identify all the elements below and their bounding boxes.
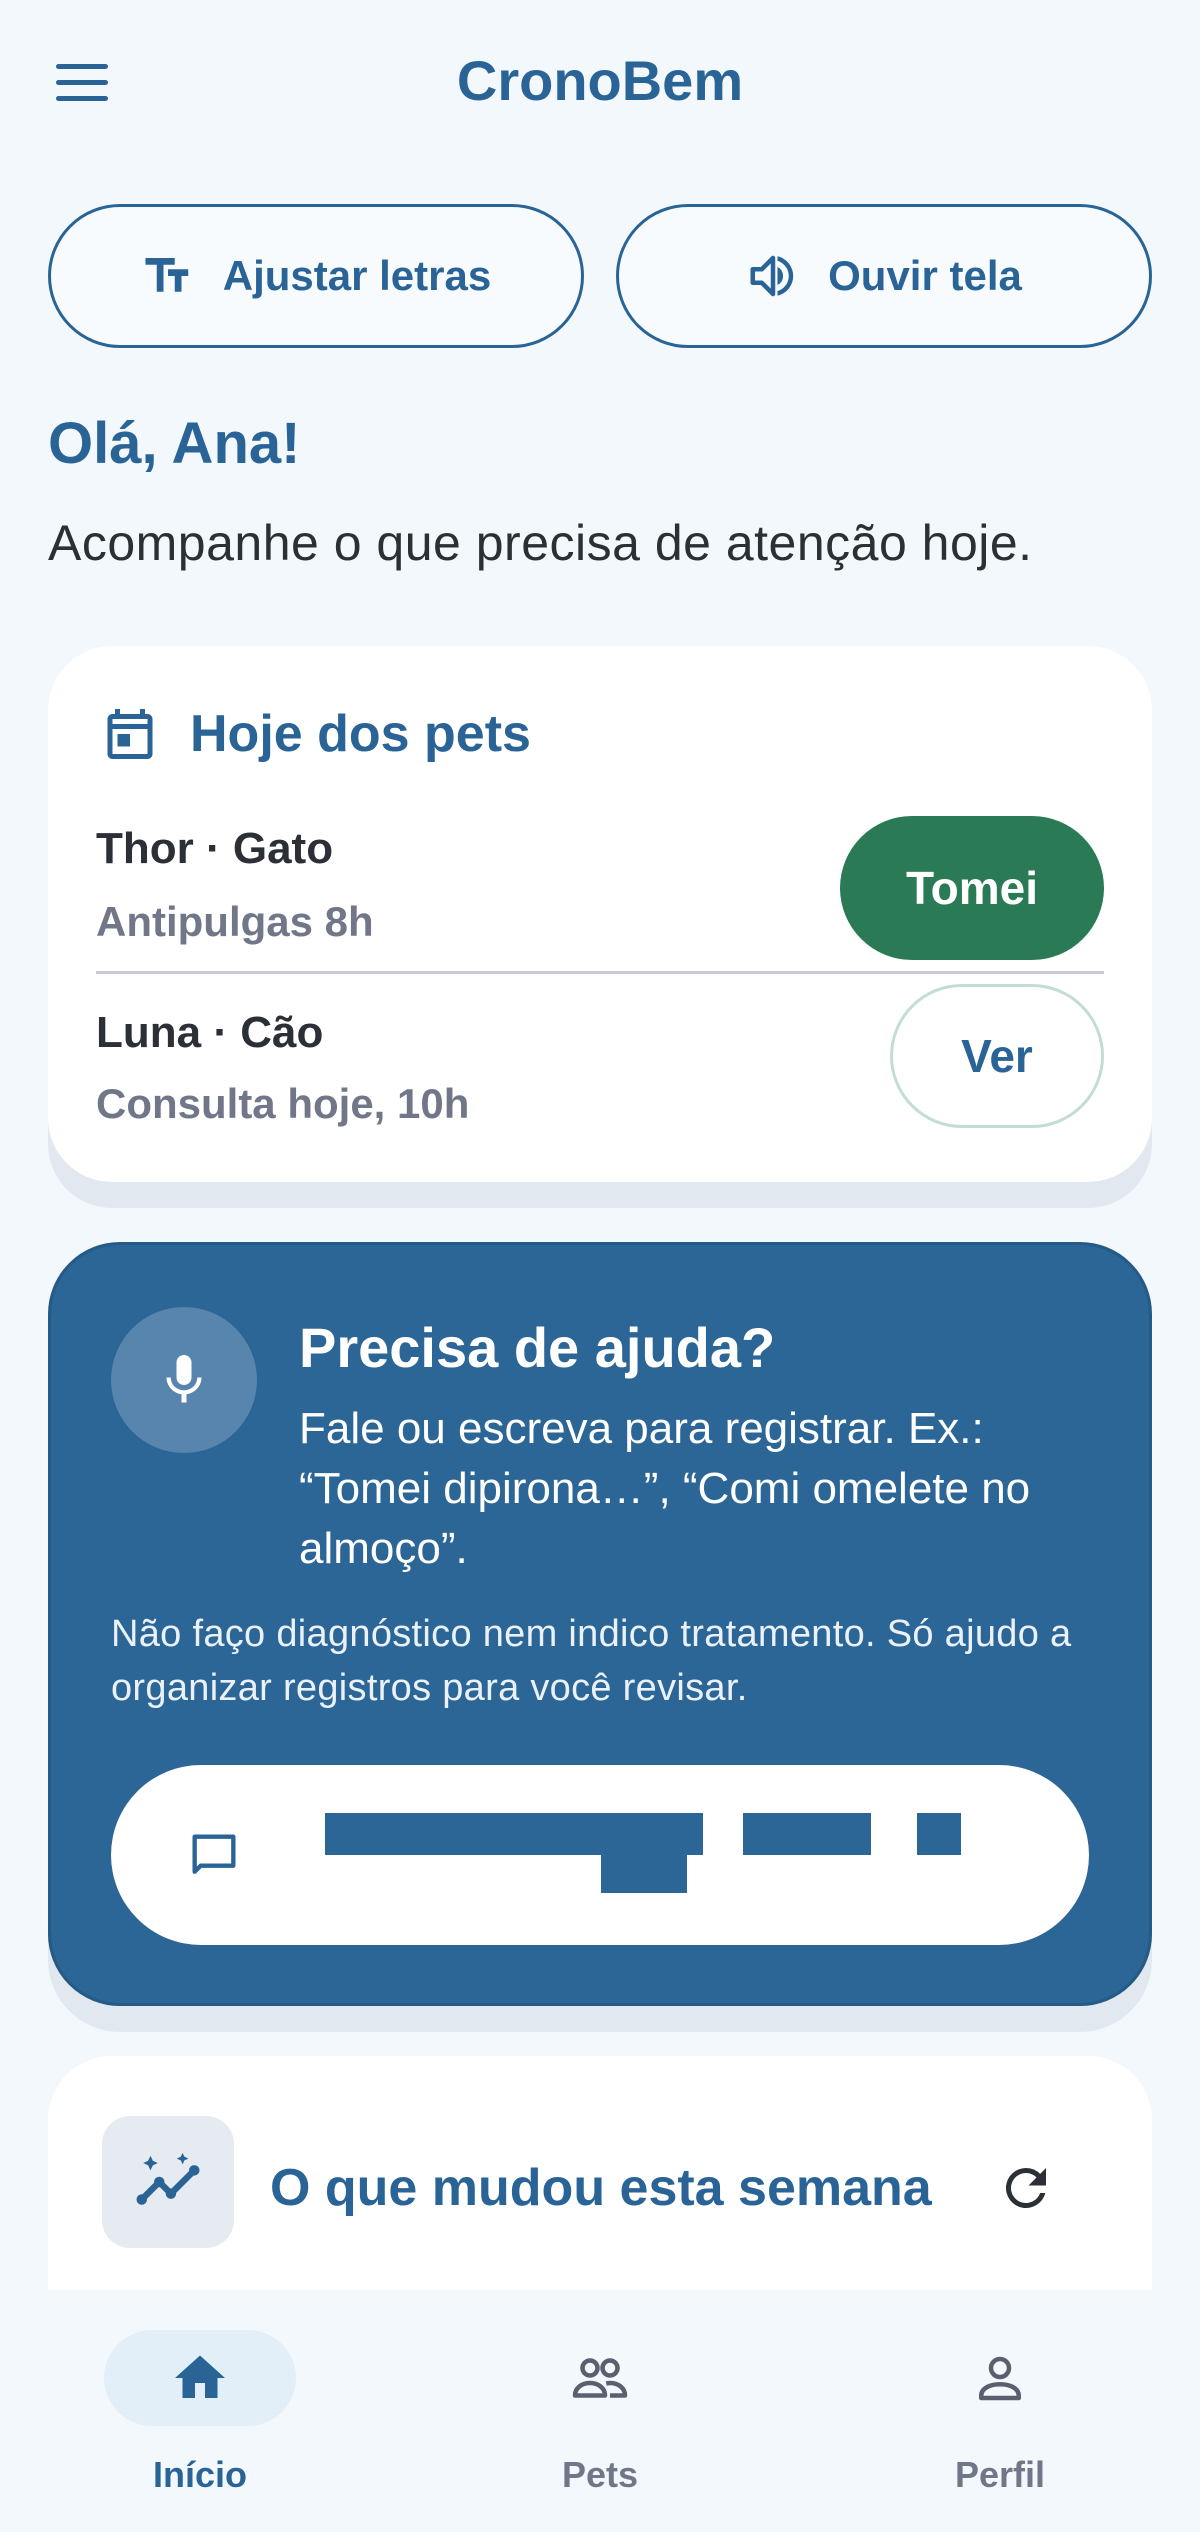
nav-icon-container xyxy=(904,2330,1096,2426)
nav-label-inicio: Início xyxy=(152,2454,247,2495)
text-size-icon xyxy=(145,258,189,292)
nav-item-perfil[interactable]: Perfil xyxy=(850,2330,1150,2510)
pet-item: Thor · Gato Antipulgas 8h Tomei xyxy=(96,816,1104,974)
pet-task: Antipulgas 8h xyxy=(96,898,374,945)
accessibility-actions: Ajustar letras Ouvir tela xyxy=(48,204,1152,348)
weekly-changes-title: O que mudou esta semana xyxy=(270,2159,932,2217)
pets-today-title: Hoje dos pets xyxy=(190,705,531,763)
nav-label-pets: Pets xyxy=(561,2454,639,2495)
chat-bubble-icon xyxy=(192,1834,236,1874)
help-message-input[interactable] xyxy=(111,1765,1089,1945)
adjust-text-label: Ajustar letras xyxy=(222,252,492,299)
redacted-placeholder xyxy=(601,1853,687,1893)
trend-chart-icon xyxy=(136,2152,200,2205)
help-disclaimer: Não faço diagnóstico nem indico tratamen… xyxy=(111,1613,1072,1709)
microphone-icon xyxy=(166,1355,202,1403)
person-icon xyxy=(979,2356,1021,2401)
nav-icon-container xyxy=(504,2330,696,2426)
pets-today-header: Hoje dos pets xyxy=(100,704,531,764)
calendar-icon xyxy=(107,709,153,759)
listen-screen-button[interactable]: Ouvir tela xyxy=(616,204,1152,348)
ver-button[interactable]: Ver xyxy=(890,984,1104,1128)
refresh-icon[interactable] xyxy=(996,2158,1056,2218)
redacted-placeholder xyxy=(743,1813,871,1855)
tomei-button[interactable]: Tomei xyxy=(840,816,1104,960)
trend-chart-icon-box xyxy=(102,2116,234,2248)
nav-active-indicator xyxy=(104,2330,296,2426)
bottom-navigation: Início Pets Perfil xyxy=(0,2290,1200,2532)
help-card: Precisa de ajuda? Fale ou escreva para r… xyxy=(48,1242,1152,2006)
home-icon xyxy=(175,2355,225,2398)
help-description: Fale ou escreva para registrar. Ex.: “To… xyxy=(299,1404,1031,1573)
redacted-placeholder xyxy=(325,1813,703,1855)
help-title: Precisa de ajuda? xyxy=(299,1316,776,1379)
nav-label-perfil: Perfil xyxy=(954,2454,1046,2495)
listen-screen-label: Ouvir tela xyxy=(828,252,1022,299)
people-icon xyxy=(572,2358,628,2398)
app-title: CronoBem xyxy=(456,49,744,112)
pet-task: Consulta hoje, 10h xyxy=(96,1080,470,1127)
adjust-text-button[interactable]: Ajustar letras xyxy=(48,204,584,348)
greeting-subtitle: Acompanhe o que precisa de atenção hoje. xyxy=(48,515,1033,571)
greeting-title: Olá, Ana! xyxy=(48,411,301,476)
redacted-placeholder xyxy=(917,1813,961,1855)
nav-item-inicio[interactable]: Início xyxy=(50,2330,350,2510)
nav-item-pets[interactable]: Pets xyxy=(450,2330,750,2510)
app-header: CronoBem xyxy=(0,0,1200,170)
speaker-icon xyxy=(750,255,794,297)
pets-today-card: Hoje dos pets Thor · Gato Antipulgas 8h … xyxy=(48,646,1152,1182)
pet-name: Thor · Gato xyxy=(96,824,334,873)
pet-item: Luna · Cão Consulta hoje, 10h Ver xyxy=(96,984,1104,1154)
pet-name: Luna · Cão xyxy=(96,1008,324,1057)
voice-input-button[interactable] xyxy=(111,1307,257,1453)
